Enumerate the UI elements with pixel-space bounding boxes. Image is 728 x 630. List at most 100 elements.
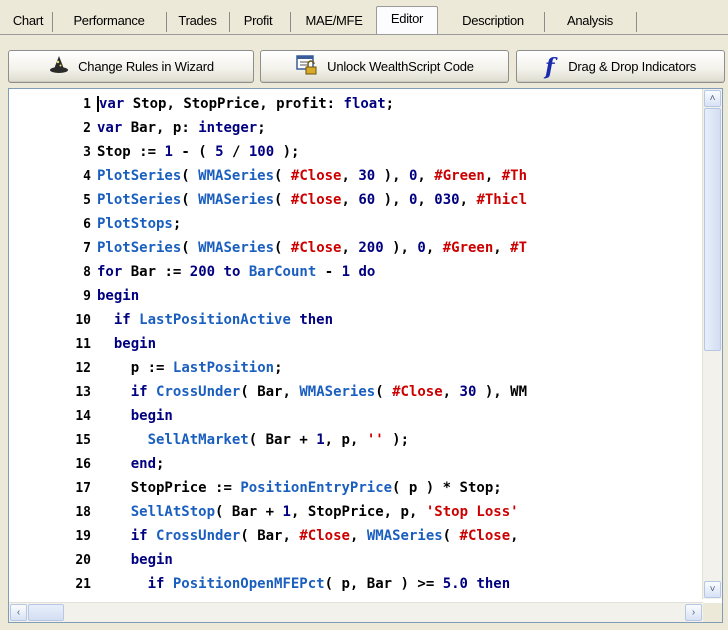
line-number: 14 xyxy=(75,409,91,424)
code-line[interactable]: 10 if LastPositionActive then xyxy=(9,308,333,332)
code-text[interactable]: PlotSeries( WMASeries( #Close, 200 ), 0,… xyxy=(97,240,527,256)
code-editor[interactable]: 1 var Stop, StopPrice, profit: float; 2 var… xyxy=(8,88,723,623)
code-text[interactable]: Stop := 1 - ( 5 / 100 ); xyxy=(97,144,299,160)
code-line[interactable]: 6 PlotStops; xyxy=(9,212,181,236)
tab-separator xyxy=(636,12,637,32)
code-text[interactable]: var Stop, StopPrice, profit: float; xyxy=(97,96,394,112)
line-number: 16 xyxy=(75,457,91,472)
code-text[interactable]: PlotSeries( WMASeries( #Close, 60 ), 0, … xyxy=(97,192,527,208)
code-line[interactable]: 21 if PositionOpenMFEPct( p, Bar ) >= 5.… xyxy=(9,572,510,596)
line-number: 21 xyxy=(75,577,91,592)
arrow-left-icon[interactable]: ‹ xyxy=(10,604,27,621)
tab-separator xyxy=(52,12,53,32)
code-line[interactable]: 20 begin xyxy=(9,548,173,572)
tab-strip-border xyxy=(0,34,728,35)
line-number: 9 xyxy=(83,289,91,304)
code-text[interactable]: if CrossUnder( Bar, #Close, WMASeries( #… xyxy=(97,528,519,544)
line-number: 11 xyxy=(75,337,91,352)
code-text[interactable]: begin xyxy=(97,336,156,352)
code-line[interactable]: 7 PlotSeries( WMASeries( #Close, 200 ), 0… xyxy=(9,236,527,260)
code-text[interactable]: for Bar := 200 to BarCount - 1 do xyxy=(97,264,375,280)
vertical-scrollbar[interactable]: ˄ ˅ xyxy=(702,89,722,599)
arrow-right-icon[interactable]: › xyxy=(685,604,702,621)
line-number: 6 xyxy=(83,217,91,232)
tab-separator xyxy=(229,12,230,32)
code-text[interactable]: SellAtMarket( Bar + 1, p, '' ); xyxy=(97,432,409,448)
tab-mae-mfe[interactable]: MAE/MFE xyxy=(296,10,372,32)
code-line[interactable]: 11 begin xyxy=(9,332,156,356)
code-line[interactable]: 15 SellAtMarket( Bar + 1, p, '' ); xyxy=(9,428,409,452)
code-text[interactable]: begin xyxy=(97,552,173,568)
code-text[interactable]: PlotSeries( WMASeries( #Close, 30 ), 0, … xyxy=(97,168,527,184)
line-number: 1 xyxy=(83,97,91,112)
line-number: 17 xyxy=(75,481,91,496)
line-number: 12 xyxy=(75,361,91,376)
code-line[interactable]: 18 SellAtStop( Bar + 1, StopPrice, p, 'S… xyxy=(9,500,519,524)
code-line[interactable]: 13 if CrossUnder( Bar, WMASeries( #Close… xyxy=(9,380,527,404)
code-line[interactable]: 17 StopPrice := PositionEntryPrice( p ) … xyxy=(9,476,502,500)
code-line[interactable]: 8 for Bar := 200 to BarCount - 1 do xyxy=(9,260,375,284)
code-text[interactable]: SellAtStop( Bar + 1, StopPrice, p, 'Stop… xyxy=(97,504,519,520)
line-number: 10 xyxy=(75,313,91,328)
code-text[interactable]: p := LastPosition; xyxy=(97,360,283,376)
vertical-scroll-thumb[interactable] xyxy=(704,108,721,351)
code-text[interactable]: if PositionOpenMFEPct( p, Bar ) >= 5.0 t… xyxy=(97,576,511,592)
unlock-code-icon xyxy=(295,54,319,79)
line-number: 7 xyxy=(83,241,91,256)
code-line[interactable]: 19 if CrossUnder( Bar, #Close, WMASeries… xyxy=(9,524,519,548)
code-line[interactable]: 5 PlotSeries( WMASeries( #Close, 60 ), 0,… xyxy=(9,188,527,212)
code-line[interactable]: 14 begin xyxy=(9,404,173,428)
line-number: 18 xyxy=(75,505,91,520)
arrow-down-icon[interactable]: ˅ xyxy=(704,581,721,598)
horizontal-scrollbar[interactable]: ‹ › xyxy=(9,602,703,622)
code-text[interactable]: if CrossUnder( Bar, WMASeries( #Close, 3… xyxy=(97,384,527,400)
wizard-hat-icon xyxy=(48,55,70,78)
code-line[interactable]: 2 var Bar, p: integer; xyxy=(9,116,266,140)
arrow-up-icon[interactable]: ˄ xyxy=(704,90,721,107)
tab-description[interactable]: Description xyxy=(444,10,542,32)
scrollbar-corner xyxy=(703,603,722,622)
code-text[interactable]: begin xyxy=(97,408,173,424)
code-line[interactable]: 4 PlotSeries( WMASeries( #Close, 30 ), 0,… xyxy=(9,164,527,188)
function-f-icon: f xyxy=(544,53,555,80)
line-number: 20 xyxy=(75,553,91,568)
change-rules-wizard-button[interactable]: Change Rules in Wizard xyxy=(8,50,254,83)
line-number: 2 xyxy=(83,121,91,136)
line-number: 8 xyxy=(83,265,91,280)
unlock-wealthscript-button[interactable]: Unlock WealthScript Code xyxy=(260,50,509,83)
tab-editor[interactable]: Editor xyxy=(376,6,438,35)
tab-profit[interactable]: Profit xyxy=(233,10,283,32)
line-number: 5 xyxy=(83,193,91,208)
code-text[interactable]: PlotStops; xyxy=(97,216,181,232)
code-text[interactable]: end; xyxy=(97,456,165,472)
code-text[interactable]: StopPrice := PositionEntryPrice( p ) * S… xyxy=(97,480,502,496)
code-text[interactable]: begin xyxy=(97,288,139,304)
tab-chart[interactable]: Chart xyxy=(8,10,48,32)
change-rules-wizard-label: Change Rules in Wizard xyxy=(78,59,214,74)
tab-trades[interactable]: Trades xyxy=(170,10,225,32)
line-number: 19 xyxy=(75,529,91,544)
tab-performance[interactable]: Performance xyxy=(56,10,162,32)
line-number: 4 xyxy=(83,169,91,184)
code-text[interactable]: var Bar, p: integer; xyxy=(97,120,266,136)
line-number: 3 xyxy=(83,145,91,160)
code-line[interactable]: 1 var Stop, StopPrice, profit: float; xyxy=(9,92,394,116)
code-line[interactable]: 9 begin xyxy=(9,284,139,308)
tab-separator xyxy=(544,12,545,32)
code-line[interactable]: 12 p := LastPosition; xyxy=(9,356,283,380)
unlock-wealthscript-label: Unlock WealthScript Code xyxy=(327,59,474,74)
code-text[interactable]: if LastPositionActive then xyxy=(97,312,333,328)
drag-drop-indicators-label: Drag & Drop Indicators xyxy=(568,59,697,74)
tab-analysis[interactable]: Analysis xyxy=(549,10,631,32)
code-area[interactable]: 1 var Stop, StopPrice, profit: float; 2 var… xyxy=(9,89,703,599)
drag-drop-indicators-button[interactable]: f Drag & Drop Indicators xyxy=(516,50,725,83)
tab-separator xyxy=(166,12,167,32)
horizontal-scroll-thumb[interactable] xyxy=(28,604,64,621)
editor-toolbar: Change Rules in Wizard Unlock WealthScri… xyxy=(8,50,725,83)
tab-strip: Chart Performance Trades Profit MAE/MFE … xyxy=(0,0,728,38)
line-number: 15 xyxy=(75,433,91,448)
code-line[interactable]: 16 end; xyxy=(9,452,164,476)
line-number: 13 xyxy=(75,385,91,400)
code-line[interactable]: 3 Stop := 1 - ( 5 / 100 ); xyxy=(9,140,299,164)
tab-separator xyxy=(290,12,291,32)
